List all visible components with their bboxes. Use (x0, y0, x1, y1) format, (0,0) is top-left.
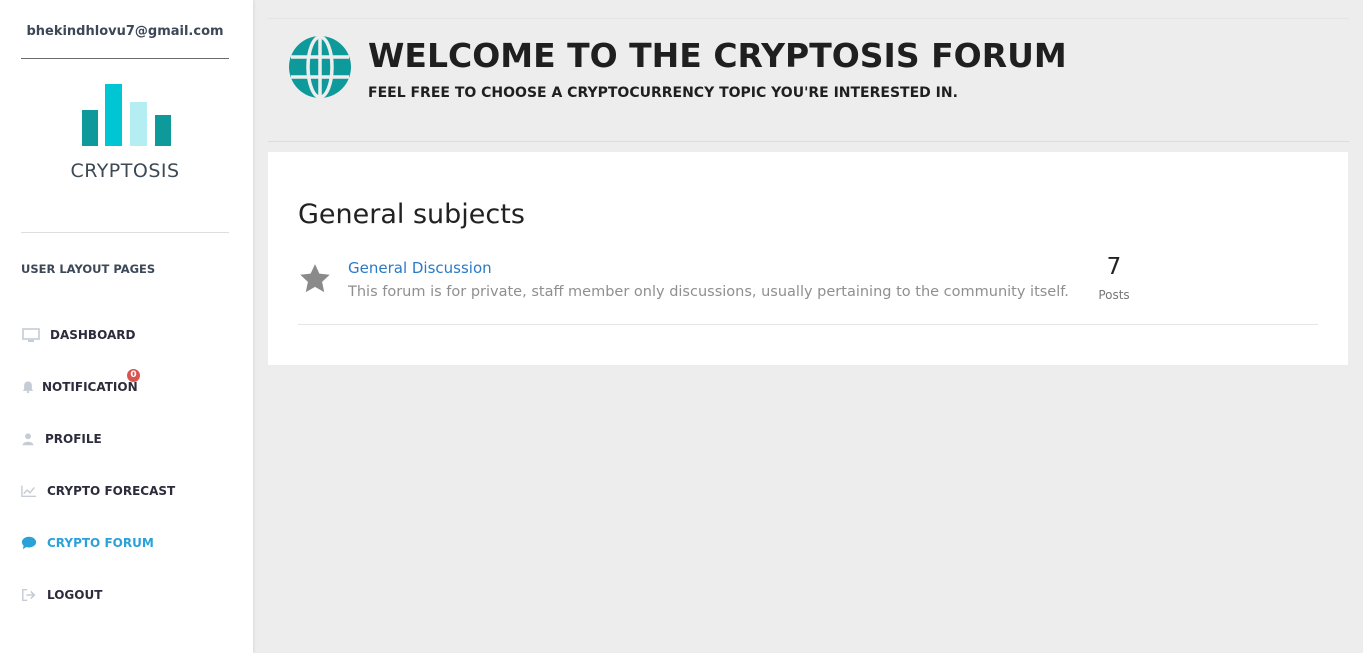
cryptosis-logo[interactable]: CRYPTOSIS (60, 80, 190, 185)
sidebar: bhekindhlovu7@gmail.com CRYPTOSIS USER L… (0, 0, 253, 653)
bar-chart-logo-icon (82, 84, 171, 146)
user-email: bhekindhlovu7@gmail.com (26, 24, 224, 39)
star-icon (300, 264, 330, 293)
monitor-icon (22, 328, 40, 342)
sign-out-icon (22, 588, 36, 602)
section-title: General subjects (298, 199, 525, 230)
nav-item-notification[interactable]: NOTIFICATION 0 (21, 369, 140, 397)
forum-card: General subjects General Discussion This… (268, 152, 1348, 365)
nav-item-label: CRYPTO FORUM (47, 536, 154, 550)
page-subtitle: FEEL FREE TO CHOOSE A CRYPTOCURRENCY TOP… (368, 85, 958, 101)
nav-item-logout[interactable]: LOGOUT (21, 585, 102, 605)
nav-item-label: PROFILE (45, 432, 102, 446)
page-header: WELCOME TO THE CRYPTOSIS FORUM FEEL FREE… (268, 18, 1349, 142)
line-chart-icon (21, 485, 37, 498)
page-title: WELCOME TO THE CRYPTOSIS FORUM (368, 36, 1067, 75)
forum-link-general-discussion[interactable]: General Discussion (348, 259, 492, 277)
post-count: 7 (1106, 254, 1122, 280)
nav-item-crypto-forum[interactable]: CRYPTO FORUM (21, 533, 154, 553)
globe-icon (289, 35, 351, 99)
user-icon (22, 433, 34, 446)
logo-text: CRYPTOSIS (70, 160, 180, 182)
notification-badge: 0 (127, 369, 140, 382)
divider (21, 232, 229, 233)
post-count-label: Posts (1098, 288, 1130, 302)
nav-item-dashboard[interactable]: DASHBOARD (21, 325, 135, 345)
forum-row: General Discussion This forum is for pri… (298, 254, 1318, 325)
bell-icon (22, 381, 34, 394)
forum-description: This forum is for private, staff member … (348, 284, 1069, 300)
nav-item-label: DASHBOARD (50, 328, 136, 342)
nav-item-label: CRYPTO FORECAST (47, 484, 176, 498)
nav-item-profile[interactable]: PROFILE (21, 429, 102, 449)
nav-item-label: NOTIFICATION (42, 380, 138, 394)
chat-bubble-icon (21, 536, 37, 550)
nav-item-crypto-forecast[interactable]: CRYPTO FORECAST (21, 481, 175, 501)
nav-section-title: USER LAYOUT PAGES (21, 262, 156, 276)
nav-item-label: LOGOUT (47, 588, 103, 602)
divider (21, 58, 229, 59)
